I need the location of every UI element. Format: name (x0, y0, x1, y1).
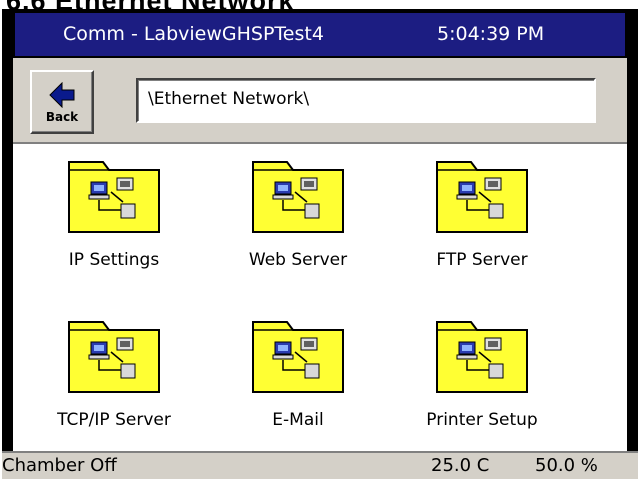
item-label: E-Mail (272, 410, 324, 430)
device-screen: Comm - LabviewGHSPTest4 5:04:39 PM Back … (2, 9, 638, 479)
printer-setup-item[interactable]: Printer Setup (397, 314, 567, 460)
network-folder-icon (68, 321, 160, 393)
item-label: Printer Setup (426, 410, 538, 430)
web-server-item[interactable]: Web Server (213, 154, 383, 304)
status-bar: Chamber Off 25.0 C 50.0 % (2, 451, 638, 479)
temperature-readout: 25.0 C (431, 455, 490, 476)
network-folder-icon (436, 161, 528, 233)
back-button[interactable]: Back (30, 70, 94, 134)
network-folder-icon (252, 321, 344, 393)
network-folder-icon (252, 161, 344, 233)
left-arrow-icon (49, 82, 75, 108)
toolbar: Back \Ethernet Network\ (13, 58, 627, 144)
network-folder-icon (436, 321, 528, 393)
item-label: IP Settings (68, 250, 160, 270)
tcp-ip-server-item[interactable]: TCP/IP Server (29, 314, 199, 460)
network-folder-icon (68, 161, 160, 233)
ip-settings-item[interactable]: IP Settings (29, 154, 199, 304)
window-title: Comm - LabviewGHSPTest4 (63, 23, 324, 45)
ftp-server-item[interactable]: FTP Server (397, 154, 567, 304)
title-bar: Comm - LabviewGHSPTest4 5:04:39 PM (13, 11, 627, 58)
content-pane: IP Settings Web Server FTP Server TCP/IP… (13, 144, 627, 460)
path-field[interactable]: \Ethernet Network\ (136, 78, 596, 123)
clock: 5:04:39 PM (437, 23, 545, 45)
back-label: Back (45, 110, 79, 124)
item-label: Web Server (248, 250, 348, 270)
item-label: TCP/IP Server (57, 410, 171, 430)
chamber-status: Chamber Off (2, 455, 117, 476)
item-label: FTP Server (436, 250, 528, 270)
humidity-readout: 50.0 % (535, 455, 598, 476)
e-mail-item[interactable]: E-Mail (213, 314, 383, 460)
